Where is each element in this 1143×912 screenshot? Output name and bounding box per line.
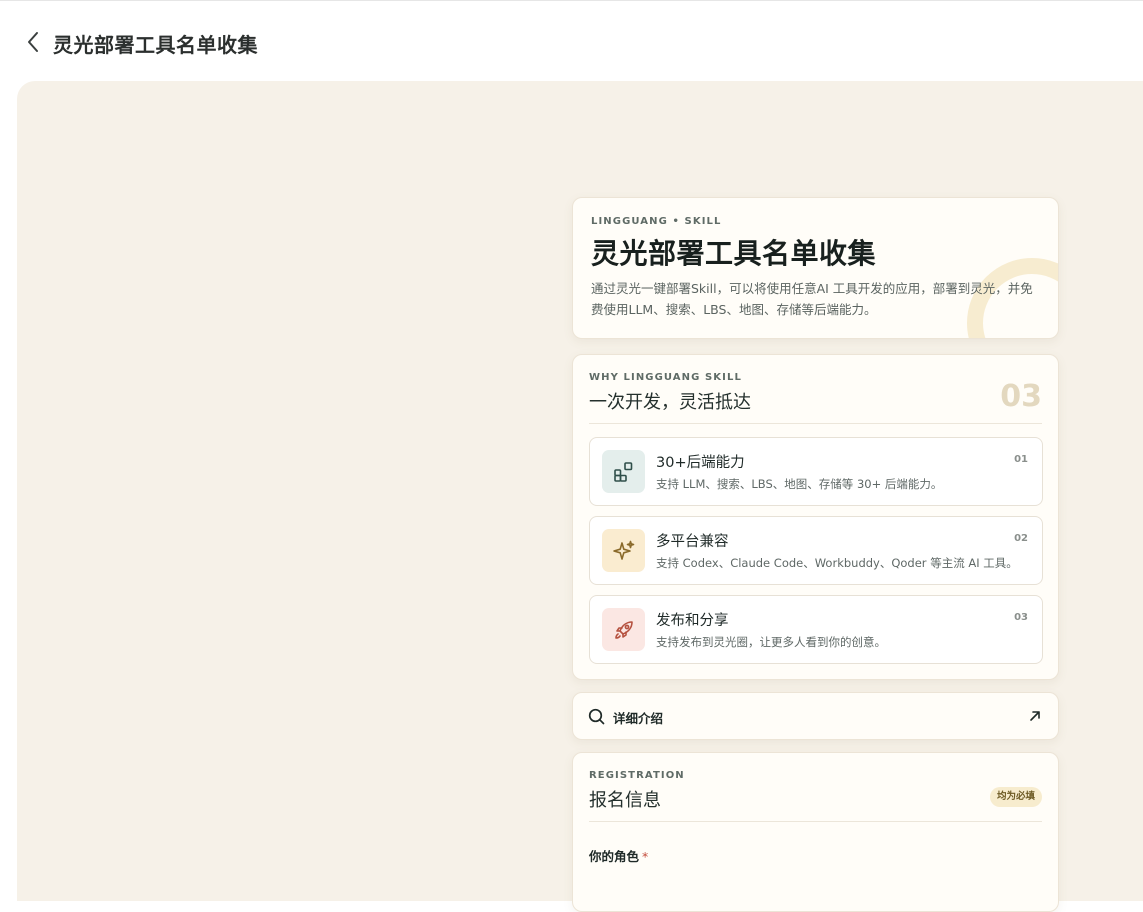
registration-card: REGISTRATION 报名信息 均为必填 你的角色 * <box>572 752 1059 912</box>
role-label-text: 你的角色 <box>589 849 640 864</box>
blocks-icon <box>613 461 632 482</box>
feature-icon-box <box>602 608 645 651</box>
why-card: WHY LINGGUANG SKILL 一次开发，灵活抵达 03 30+后端能力… <box>572 354 1059 680</box>
why-count: 03 <box>1000 379 1042 414</box>
feature-icon-box <box>602 529 645 572</box>
hero-card: LINGGUANG • SKILL 灵光部署工具名单收集 通过灵光一键部署Ski… <box>572 197 1059 339</box>
feature-title: 发布和分享 <box>656 613 729 629</box>
feature-desc: 支持 Codex、Claude Code、Workbuddy、Qoder 等主流… <box>656 556 1018 570</box>
feature-number: 03 <box>1014 612 1028 623</box>
page-title: 灵光部署工具名单收集 <box>53 33 258 57</box>
feature-desc: 支持 LLM、搜索、LBS、地图、存储等 30+ 后端能力。 <box>656 477 943 491</box>
feature-number: 01 <box>1014 454 1028 465</box>
detail-link-label: 详细介绍 <box>613 711 664 726</box>
chevron-left-icon <box>28 32 38 52</box>
why-eyebrow: WHY LINGGUANG SKILL <box>589 372 742 383</box>
feature-desc: 支持发布到灵光圈，让更多人看到你的创意。 <box>656 635 886 649</box>
why-title: 一次开发，灵活抵达 <box>589 392 751 413</box>
top-bar: 灵光部署工具名单收集 <box>0 0 1143 81</box>
feature-item-backend[interactable]: 30+后端能力 支持 LLM、搜索、LBS、地图、存储等 30+ 后端能力。 0… <box>589 437 1043 506</box>
back-button[interactable] <box>22 29 44 55</box>
sparkle-icon <box>612 540 634 560</box>
required-mark: * <box>642 849 649 864</box>
role-field-label: 你的角色 * <box>589 846 648 865</box>
feature-item-platforms[interactable]: 多平台兼容 支持 Codex、Claude Code、Workbuddy、Qod… <box>589 516 1043 585</box>
divider <box>589 423 1042 424</box>
feature-title: 多平台兼容 <box>656 534 729 550</box>
hero-eyebrow: LINGGUANG • SKILL <box>591 216 722 227</box>
detail-link[interactable]: 详细介绍 <box>572 692 1059 740</box>
divider <box>589 821 1042 822</box>
registration-title: 报名信息 <box>589 790 661 811</box>
registration-eyebrow: REGISTRATION <box>589 770 685 781</box>
required-badge: 均为必填 <box>989 787 1042 807</box>
feature-number: 02 <box>1014 533 1028 544</box>
rocket-icon <box>614 620 633 639</box>
arrow-up-right-icon <box>1030 711 1040 721</box>
feature-icon-box <box>602 450 645 493</box>
search-icon <box>588 708 605 725</box>
feature-title: 30+后端能力 <box>656 455 745 471</box>
hero-title: 灵光部署工具名单收集 <box>591 237 877 270</box>
hero-description: 通过灵光一键部署Skill，可以将使用任意AI 工具开发的应用，部署到灵光，并免… <box>591 281 1033 317</box>
feature-item-publish[interactable]: 发布和分享 支持发布到灵光圈，让更多人看到你的创意。 03 <box>589 595 1043 664</box>
